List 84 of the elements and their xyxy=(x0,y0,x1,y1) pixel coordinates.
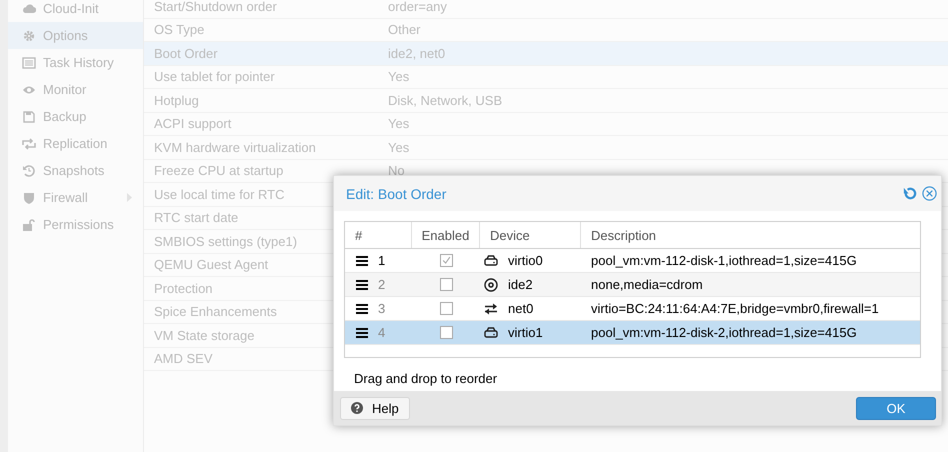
enabled-checkbox[interactable] xyxy=(440,278,452,291)
device-description: pool_vm:vm-112-disk-1,iothread=1,size=415G xyxy=(590,253,858,268)
option-name: VM State storage xyxy=(154,328,254,343)
enabled-checkbox[interactable] xyxy=(440,326,452,339)
hard-disk-icon xyxy=(484,254,498,268)
option-name: Freeze CPU at startup xyxy=(154,163,284,178)
dialog-title: Edit: Boot Order xyxy=(346,186,448,202)
sidebar-item[interactable]: Monitor xyxy=(8,76,143,103)
option-row[interactable]: KVM hardware virtualization Yes xyxy=(144,136,948,160)
reset-icon[interactable] xyxy=(902,186,917,201)
drag-handle-icon[interactable] xyxy=(356,328,368,338)
order-number: 2 xyxy=(378,277,386,292)
sidebar-item[interactable]: Snapshots xyxy=(8,157,143,184)
device-name: virtio1 xyxy=(508,325,543,340)
order-number: 4 xyxy=(378,325,386,340)
option-name: ACPI support xyxy=(154,116,232,132)
shield-icon xyxy=(22,190,36,204)
option-row[interactable]: Boot Order ide2, net0 xyxy=(144,42,948,66)
device-name: net0 xyxy=(508,301,534,316)
column-header[interactable]: # xyxy=(345,222,412,248)
floppy-icon xyxy=(22,110,36,124)
option-name: SMBIOS settings (type1) xyxy=(154,234,298,249)
option-value: Yes xyxy=(388,140,410,155)
boot-device-row[interactable]: 4 virtio1 pool_vm:vm-112-disk-2,iothread=1,size=415G xyxy=(345,321,920,345)
sidebar-item[interactable]: Replication xyxy=(8,130,143,157)
order-number: 3 xyxy=(378,301,386,316)
option-name: Protection xyxy=(154,280,213,296)
enabled-checkbox[interactable] xyxy=(440,254,452,267)
sidebar-item[interactable]: Task History xyxy=(8,49,143,76)
option-value: No xyxy=(388,163,405,178)
help-icon xyxy=(351,402,363,414)
sync-icon xyxy=(22,136,36,150)
option-row[interactable]: Start/Shutdown order order=any xyxy=(144,0,948,18)
device-description: pool_vm:vm-112-disk-2,iothread=1,size=415G xyxy=(590,325,858,340)
column-header[interactable]: Enabled xyxy=(412,222,480,248)
enabled-checkbox[interactable] xyxy=(440,302,452,315)
sidebar-item[interactable]: Firewall xyxy=(8,184,143,211)
ok-button[interactable]: OK xyxy=(856,396,936,420)
order-number: 1 xyxy=(378,253,386,268)
device-description: virtio=BC:24:11:64:A4:7E,bridge=vmbr0,firewall=1 xyxy=(590,301,880,316)
close-icon[interactable] xyxy=(922,186,937,201)
option-name: AMD SEV xyxy=(154,351,213,366)
boot-device-row[interactable]: 2 ide2 none,media=cdrom xyxy=(345,273,920,297)
option-name: QEMU Guest Agent xyxy=(154,257,268,272)
option-row[interactable]: Use tablet for pointer Yes xyxy=(144,66,948,89)
option-row[interactable]: ACPI support Yes xyxy=(144,112,948,136)
option-name: Hotplug xyxy=(154,92,199,108)
option-name: KVM hardware virtualization xyxy=(154,140,316,155)
option-value: Yes xyxy=(388,69,410,84)
option-value: ide2, net0 xyxy=(388,46,446,61)
option-name: Start/Shutdown order xyxy=(154,0,277,14)
history-icon xyxy=(22,164,36,178)
device-description: none,media=cdrom xyxy=(590,277,704,292)
option-row[interactable]: Hotplug Disk, Network, USB xyxy=(144,89,948,112)
hard-disk-icon xyxy=(484,326,498,340)
list-icon xyxy=(22,56,36,70)
option-value: order=any xyxy=(388,0,447,14)
option-value: Other xyxy=(388,22,421,38)
option-name: RTC start date xyxy=(154,210,238,226)
drag-handle-icon[interactable] xyxy=(356,304,368,314)
option-name: Boot Order xyxy=(154,46,218,61)
gear-icon xyxy=(22,28,36,42)
column-header[interactable]: Device xyxy=(480,222,581,248)
sidebar-item[interactable]: Options xyxy=(8,22,143,49)
reorder-hint: Drag and drop to reorder xyxy=(353,370,498,388)
drag-handle-icon[interactable] xyxy=(356,280,368,290)
column-header[interactable]: Description xyxy=(581,222,920,248)
sidebar-item[interactable]: Cloud-Init xyxy=(8,0,143,22)
cloud-icon xyxy=(22,2,36,16)
sidebar-item[interactable]: Permissions xyxy=(8,211,143,238)
option-name: OS Type xyxy=(154,22,204,38)
option-name: Use tablet for pointer xyxy=(154,69,275,84)
device-name: ide2 xyxy=(508,277,533,292)
arrows-exchange-icon xyxy=(484,302,498,316)
option-value: Yes xyxy=(388,116,410,132)
help-button[interactable]: Help xyxy=(340,396,410,420)
option-value: Disk, Network, USB xyxy=(388,92,502,108)
option-name: Spice Enhancements xyxy=(154,304,277,320)
sidebar-item[interactable]: Backup xyxy=(8,103,143,130)
option-name: Use local time for RTC xyxy=(154,186,285,202)
drag-handle-icon[interactable] xyxy=(356,256,368,266)
disc-icon xyxy=(484,278,498,292)
lock-icon xyxy=(22,218,36,232)
device-name: virtio0 xyxy=(508,253,543,268)
